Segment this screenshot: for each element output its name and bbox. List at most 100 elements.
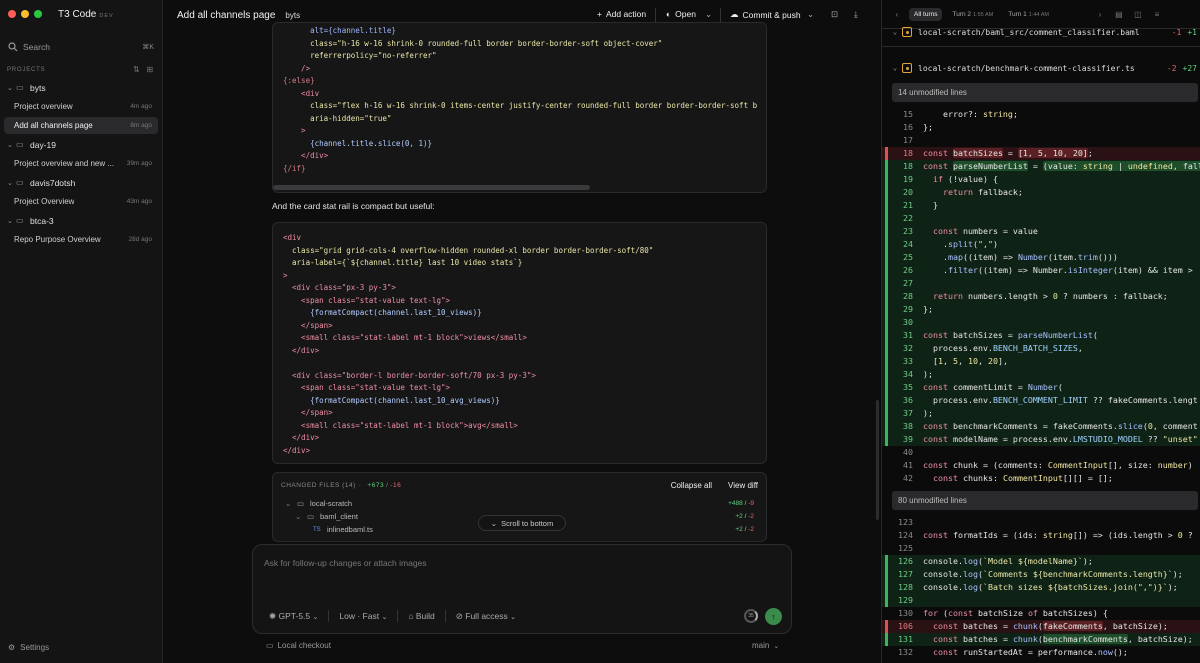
thread-item[interactable]: Project Overview 43m ago	[4, 193, 158, 210]
code-line: >	[283, 126, 306, 135]
model-selector[interactable]: ✺ GPT-5.5 ⌄	[269, 611, 318, 622]
diff-line-added: 38 const benchmarkComments = fakeComments…	[882, 420, 1200, 433]
code-line: <span class="stat-value text-lg">	[283, 383, 451, 392]
turn-chip[interactable]: Turn 1 1:44 AM	[1003, 8, 1054, 21]
collapse-all-button[interactable]: Collapse all	[671, 481, 712, 490]
toolbar-divider	[655, 8, 656, 22]
project-name: davis7dotsh	[30, 177, 76, 188]
chevron-down-icon: ⌄	[892, 28, 898, 36]
access-selector[interactable]: ⊘ Full access ⌄	[456, 611, 516, 622]
app-name: T3 Code	[58, 9, 97, 20]
diff-line: 17	[903, 135, 913, 145]
diff-line-added: 25 .map((item) => Number(item.trim()))	[882, 251, 1200, 264]
chat-scrollbar[interactable]	[876, 400, 879, 520]
turn-chip-all[interactable]: All turns	[909, 7, 943, 21]
changed-slash: /	[386, 481, 389, 489]
diff-file-additions: +1	[1187, 27, 1197, 37]
wrap-icon[interactable]: ≡	[1150, 10, 1164, 19]
code-line: referrerpolicy="no-referrer"	[283, 51, 437, 60]
project-group-davis7dotsh[interactable]: ⌄ ▭ davis7dotsh	[4, 175, 158, 190]
editor-icon: ◐	[666, 9, 672, 19]
code-line: class="flex h-16 w-16 shrink-0 items-cen…	[283, 101, 758, 110]
scroll-to-bottom-label: Scroll to bottom	[501, 518, 554, 528]
download-icon[interactable]: ⤓	[854, 9, 858, 20]
send-button[interactable]: ↑	[765, 608, 782, 625]
checkout-selector[interactable]: ▭ Local checkout	[266, 641, 331, 650]
project-group-day-19[interactable]: ⌄ ▭ day-19	[4, 137, 158, 152]
search-label: Search	[23, 42, 50, 52]
diff-line-added: 37);	[882, 407, 1200, 420]
chevron-down-icon: ⌄	[295, 512, 302, 521]
settings-button[interactable]: ⚙ Settings	[8, 643, 49, 652]
mode-selector[interactable]: ⌂ Build	[408, 611, 434, 621]
stacked-view-icon[interactable]: ▤	[1112, 10, 1126, 19]
thread-item[interactable]: Project overview and new ... 39m ago	[4, 155, 158, 172]
context-usage-indicator[interactable]: 35	[744, 609, 758, 623]
commit-menu-chevron-icon[interactable]: ⌄	[807, 9, 814, 20]
code-line: </div>	[283, 433, 320, 442]
code-line: aria-label={`${channel.title} last 10 vi…	[283, 258, 523, 267]
project-group-byts[interactable]: ⌄ ▭ byts	[4, 80, 158, 95]
scroll-to-bottom-button[interactable]: ⌄ Scroll to bottom	[478, 515, 566, 531]
project-name: btca-3	[30, 215, 54, 226]
composer-input[interactable]: Ask for follow-up changes or attach imag…	[264, 558, 427, 568]
diff-file-header[interactable]: ⌄ local-scratch/baml_src/comment_classif…	[888, 22, 1200, 42]
open-button[interactable]: ◐ Open	[666, 9, 696, 19]
diff-line-added: 126 console.log(`Model ${modelName}`);	[882, 555, 1200, 568]
project-group-btca-3[interactable]: ⌄ ▭ btca-3	[4, 213, 158, 228]
changed-deletions: -16	[390, 481, 402, 489]
diff-line-added: 26 .filter((item) => Number.isInteger(it…	[882, 264, 1200, 277]
build-icon: ⌂	[408, 611, 414, 621]
minimize-window-button[interactable]	[21, 10, 29, 18]
terminal-icon[interactable]: ⊡	[831, 9, 838, 20]
sidebar-search[interactable]: Search ⌘K	[8, 41, 154, 53]
diff-line-added: 36 process.env.BENCH_COMMENT_LIMIT ?? fa…	[882, 394, 1200, 407]
changed-files-header: CHANGED FILES (14) · +673 / -16 Collapse…	[273, 473, 766, 497]
next-turn-icon[interactable]: ›	[1093, 10, 1107, 19]
turn-chip[interactable]: Turn 2 1:55 AM	[947, 8, 998, 21]
turn-time: 1:44 AM	[1028, 11, 1049, 18]
folder-icon: ▭	[307, 512, 315, 521]
chevron-down-icon: ⌄	[490, 518, 498, 528]
diff-line: 132 const runStartedAt = performance.now…	[898, 647, 1128, 657]
settings-label: Settings	[20, 643, 50, 652]
arrow-up-icon: ↑	[771, 611, 776, 622]
project-name: day-19	[30, 139, 56, 150]
maximize-window-button[interactable]	[34, 10, 42, 18]
code-line: <small class="stat-label mt-1 block">avg…	[283, 420, 518, 430]
diff-file-header[interactable]: ⌄ local-scratch/benchmark-comment-classi…	[888, 56, 1200, 80]
diff-line-added: 39 const modelName = process.env.LMSTUDIO…	[882, 433, 1200, 446]
branch-selector[interactable]: main ⌄	[752, 641, 779, 650]
diff-line: 123	[898, 517, 913, 527]
code-line: <small class="stat-label mt-1 block">vie…	[283, 333, 527, 342]
changed-additions: +673	[367, 481, 385, 489]
turn-label: All turns	[914, 10, 938, 18]
thread-item[interactable]: Repo Purpose Overview 28d ago	[4, 231, 158, 248]
diff-line: 125	[898, 543, 913, 553]
unmodified-lines-expander[interactable]: 80 unmodified lines	[892, 491, 1198, 510]
model-label: GPT-5.5	[278, 610, 311, 621]
view-diff-button[interactable]: View diff	[728, 481, 758, 490]
diff-line-added: 30	[882, 316, 1200, 329]
thread-item[interactable]: Project overview 4m ago	[4, 98, 158, 115]
new-project-icon[interactable]: ⊞	[146, 65, 154, 74]
close-window-button[interactable]	[8, 10, 16, 18]
horizontal-scrollbar[interactable]	[273, 185, 590, 190]
commit-push-button[interactable]: ☁ Commit & push	[730, 9, 801, 20]
diff-line-removed: 106 const batches = chunk(fakeComments, …	[882, 620, 1200, 633]
effort-selector[interactable]: Low · Fast ⌄	[339, 611, 387, 621]
diff-panel: ‹ All turns Turn 2 1:55 AM Turn 1 1:44 AM …	[881, 0, 1200, 663]
add-action-button[interactable]: + Add action	[597, 9, 646, 19]
changed-file-row[interactable]: ⌄ ▭ local-scratch +488 / -9	[273, 497, 766, 510]
project-name: byts	[30, 82, 46, 93]
split-view-icon[interactable]: ◫	[1131, 10, 1145, 19]
chevron-down-icon: ⌄	[381, 614, 388, 621]
code-line: <div class="border-l border-border-soft/…	[283, 370, 536, 380]
open-menu-chevron-icon[interactable]: ⌄	[705, 9, 712, 20]
diff-line-added: 31 const batchSizes = parseNumberList(	[882, 329, 1200, 342]
previous-turn-icon[interactable]: ‹	[890, 10, 904, 19]
sort-icon[interactable]: ⇅	[133, 65, 141, 74]
thread-item-active[interactable]: Add all channels page 8m ago	[4, 117, 158, 134]
unmodified-lines-expander[interactable]: 14 unmodified lines	[892, 83, 1198, 102]
code-content: <div class="grid grid-cols-4 overflow-hi…	[273, 232, 766, 457]
